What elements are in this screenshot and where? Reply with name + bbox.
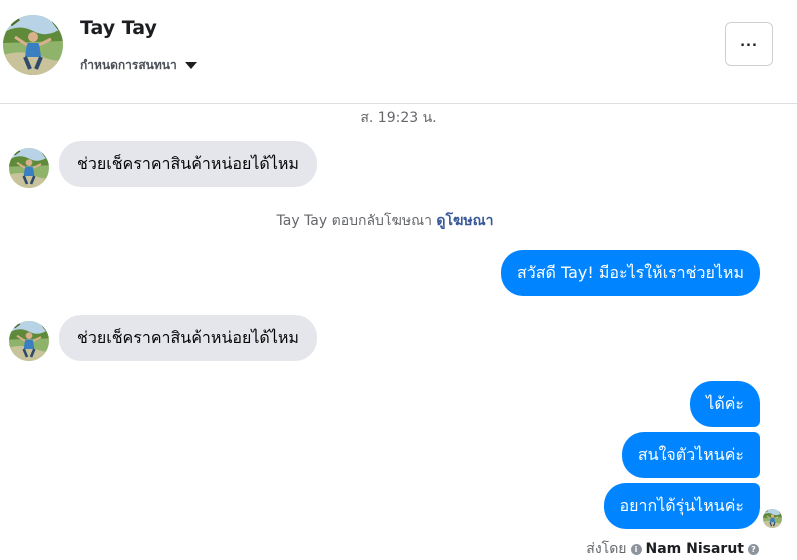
view-ad-link[interactable]: ดูโฆษณา: [436, 213, 493, 229]
manage-conversation-dropdown[interactable]: กำหนดการสนทนา: [80, 55, 197, 75]
message-bubble-incoming[interactable]: ช่วยเช็คราคาสินค้าหน่อยได้ไหม: [59, 141, 317, 187]
more-options-button[interactable]: ...: [725, 22, 773, 66]
sent-by-label: ส่งโดย: [586, 541, 627, 557]
message-bubble-outgoing[interactable]: สนใจตัวไหนค่ะ: [621, 432, 760, 478]
sender-avatar: [9, 148, 49, 188]
message-bubble-outgoing[interactable]: ได้ค่ะ: [690, 381, 760, 427]
message-bubble-outgoing[interactable]: อยากได้รุ่นไหนค่ะ: [603, 483, 760, 529]
manage-conversation-label: กำหนดการสนทนา: [80, 57, 177, 72]
caret-down-icon: [184, 61, 197, 69]
seen-receipt-avatar: [763, 509, 782, 528]
sender-name[interactable]: Nam Nisarut: [646, 541, 745, 557]
sent-by-info: ส่งโดย i Nam Nisarut ?: [586, 538, 759, 560]
contact-name[interactable]: Tay Tay: [80, 17, 157, 39]
message-bubble-outgoing[interactable]: สวัสดี Tay! มีอะไรให้เราช่วยไหม: [500, 250, 760, 296]
message-bubble-incoming[interactable]: ช่วยเช็คราคาสินค้าหน่อยได้ไหม: [59, 315, 317, 361]
ad-reply-text: Tay Tay ตอบกลับโฆษณา: [276, 213, 432, 229]
message-timestamp: ส. 19:23 น.: [360, 110, 437, 126]
ad-reply-notice: Tay Tay ตอบกลับโฆษณา ดูโฆษณา: [0, 210, 770, 232]
conversation-header: Tay Tay กำหนดการสนทนา ...: [0, 0, 797, 104]
contact-avatar[interactable]: [3, 15, 63, 75]
more-options-icon: ...: [740, 34, 758, 50]
sender-avatar: [9, 321, 49, 361]
